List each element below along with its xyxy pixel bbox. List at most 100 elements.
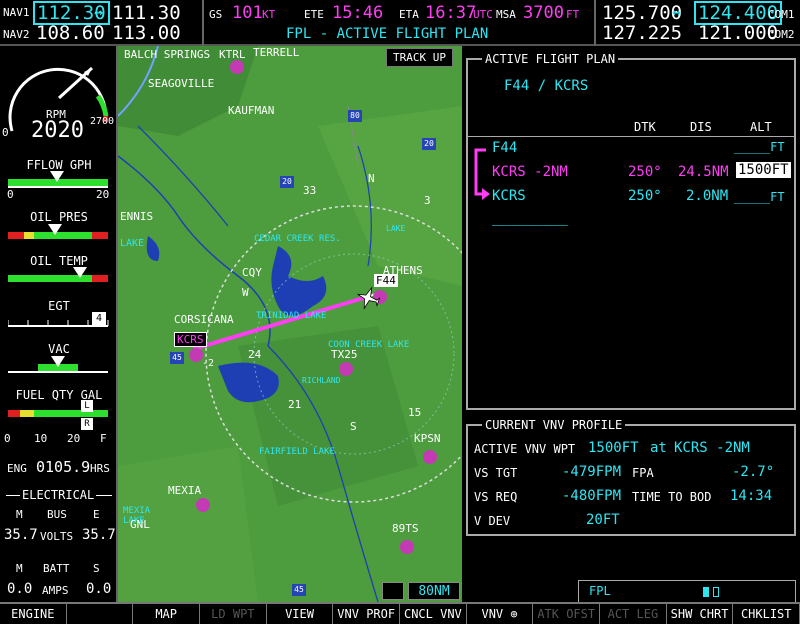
map-label-kaufman: KAUFMAN	[228, 104, 275, 117]
vnv-profile-panel: CURRENT VNV PROFILE ACTIVE VNV WPT 1500F…	[466, 418, 796, 536]
volts-m-value: 35.7	[4, 527, 38, 543]
softkey-ld-wpt[interactable]: LD WPT	[200, 604, 267, 624]
active-leg-arrow-icon	[474, 148, 490, 200]
fpl-distance: 24.5NM	[678, 164, 729, 180]
map-label-kcrs: KCRS	[174, 332, 207, 347]
airport-icon	[189, 348, 203, 362]
fuel-right-marker: R	[81, 418, 93, 430]
map-label-lake: LAKE	[120, 238, 145, 249]
softkey-chklist[interactable]: CHKLIST	[733, 604, 800, 624]
map-declutter-icon[interactable]	[382, 582, 404, 600]
nav1-standby-freq[interactable]: 111.30	[112, 2, 181, 24]
batt-m: M	[16, 562, 23, 575]
divider	[468, 136, 794, 137]
softkey-engine[interactable]: ENGINE	[0, 604, 67, 624]
map-label-ktrl: KTRL	[219, 48, 246, 61]
eng-hrs-unit: HRS	[90, 462, 110, 475]
airport-icon	[400, 540, 414, 554]
msa-label: MSA	[496, 8, 516, 21]
map-label-ennis: ENNIS	[120, 210, 154, 223]
vdev-label: V DEV	[474, 514, 511, 528]
softkey-blank[interactable]	[67, 604, 134, 624]
aircraft-icon	[357, 286, 380, 310]
fuel-tick-full: F	[100, 432, 107, 445]
oil-pres-label: OIL PRES	[30, 210, 88, 224]
softkey-bar: ENGINE MAP LD WPT VIEW VNV PROF CNCL VNV…	[0, 602, 800, 624]
eng-hrs-value: 0105.9	[36, 458, 91, 476]
fuel-left-marker: L	[81, 400, 93, 412]
oil-pres-pointer-icon	[48, 224, 62, 235]
com1-active-freq[interactable]: 125.700	[602, 2, 682, 24]
map-range[interactable]: 80NM	[408, 582, 460, 600]
gs-label: GS	[209, 8, 223, 21]
map-label-balch-springs: BALCH SPRINGS	[124, 48, 211, 61]
vnv-active-wpt-label: ACTIVE VNV WPT	[474, 442, 576, 456]
softkey-cncl-vnv[interactable]: CNCL VNV	[400, 604, 467, 624]
airport-icon	[196, 498, 210, 512]
softkey-shw-chrt[interactable]: SHW CHRT	[667, 604, 734, 624]
moving-map[interactable]: BALCH SPRINGS KTRL TERRELL SEAGOVILLE KA…	[118, 46, 462, 602]
fpa-value: -2.7°	[732, 464, 775, 480]
compass-label-24: 24	[248, 348, 262, 361]
com2-active-freq[interactable]: 127.225	[602, 22, 682, 44]
rpm-max: 2700	[90, 116, 115, 127]
fpl-page-tab[interactable]: FPL	[578, 580, 796, 602]
softkey-map[interactable]: MAP	[133, 604, 201, 624]
fuel-qty-scale	[8, 410, 108, 417]
softkey-vnv-prof[interactable]: VNV PROF	[333, 604, 401, 624]
fpl-waypoint[interactable]: KCRS -2NM	[492, 164, 568, 180]
fpl-empty-row[interactable]: _________	[492, 210, 568, 226]
fflow-label: FFLOW GPH	[26, 158, 92, 172]
eng-hrs-label: ENG	[7, 462, 27, 475]
com1-swap-icon[interactable]: ↔	[672, 3, 681, 21]
egt-label: EGT	[48, 299, 70, 313]
compass-label-15: 15	[408, 406, 422, 419]
com1-label: COM1	[768, 8, 795, 21]
batt-label: BATT	[43, 562, 70, 575]
airport-icon	[339, 362, 353, 376]
map-label-kcrs-sub: -2	[202, 358, 215, 369]
map-label-trinidad-lake: TRINIDAD LAKE	[256, 311, 327, 321]
vnv-panel-title: CURRENT VNV PROFILE	[482, 418, 626, 432]
softkey-vnv-direct[interactable]: VNV ⊕	[467, 604, 534, 624]
softkey-view[interactable]: VIEW	[267, 604, 334, 624]
fpl-header-dis: DIS	[690, 120, 712, 134]
fpl-altitude-selected[interactable]: 1500FT	[736, 162, 791, 178]
compass-label-s: S	[350, 420, 357, 433]
fuel-tick-0: 0	[4, 432, 11, 445]
oil-temp-label: OIL TEMP	[30, 254, 88, 268]
fpl-dtk: 250°	[628, 188, 662, 204]
msa-value: 3700	[523, 3, 564, 23]
nav2-active-freq[interactable]: 108.60	[36, 22, 105, 44]
map-label-mexia: MEXIA	[168, 484, 202, 497]
nav1-swap-icon[interactable]: ↔	[94, 3, 103, 21]
bus-label: BUS	[47, 508, 67, 521]
softkey-atk-ofst[interactable]: ATK OFST	[533, 604, 601, 624]
vac-pointer-icon	[51, 356, 65, 367]
fpl-waypoint[interactable]: KCRS	[492, 188, 526, 204]
track-up-label[interactable]: TRACK UP	[386, 48, 453, 67]
rpm-min: 0	[2, 126, 9, 139]
com2-standby-freq[interactable]: 121.000	[698, 22, 778, 44]
fpl-distance: 2.0NM	[686, 188, 729, 204]
electrical-label: ELECTRICAL	[20, 488, 97, 502]
rpm-value: 2020	[31, 118, 84, 143]
vnv-active-wpt: KCRS -2NM	[674, 440, 750, 456]
softkey-act-leg[interactable]: ACT LEG	[600, 604, 667, 624]
nav2-standby-freq[interactable]: 113.00	[112, 22, 181, 44]
vs-tgt-value: -479FPM	[562, 464, 622, 480]
bus-e: E	[93, 508, 100, 521]
fpl-page-label: FPL	[589, 584, 611, 598]
map-label-terrell: TERRELL	[253, 46, 300, 59]
gs-unit: KT	[262, 8, 276, 21]
fpl-altitude[interactable]: _____FT	[734, 190, 785, 204]
volts-e-value: 35.7	[82, 527, 116, 543]
vac-label: VAC	[48, 342, 70, 356]
fuel-tick-10: 10	[34, 432, 48, 445]
fpl-route: F44 / KCRS	[504, 78, 589, 94]
fpl-altitude[interactable]: _____FT	[734, 140, 785, 154]
map-label-corsicana: CORSICANA	[174, 313, 234, 326]
fpl-waypoint[interactable]: F44	[492, 140, 517, 156]
highway-shield-20: 20	[422, 138, 436, 150]
page-indicator-active	[703, 587, 709, 597]
